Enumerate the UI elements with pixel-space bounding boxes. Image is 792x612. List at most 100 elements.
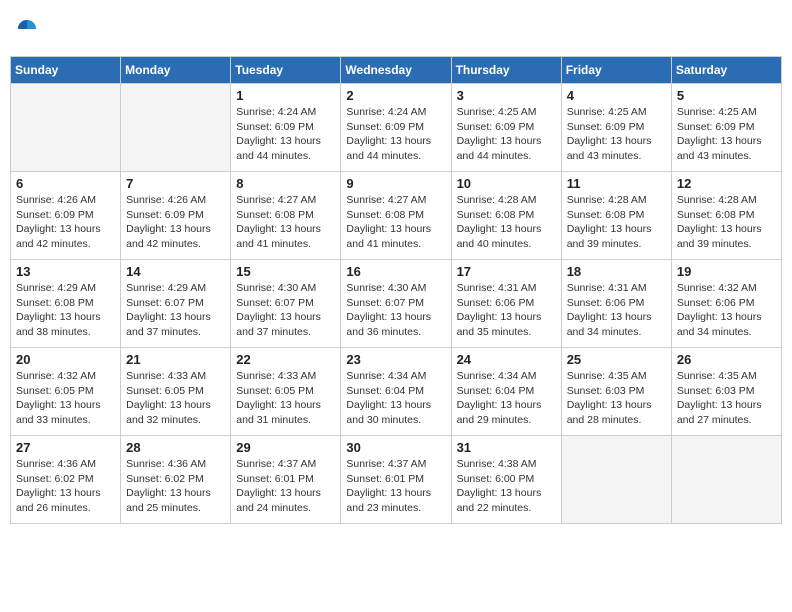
- calendar-body: 1 Sunrise: 4:24 AM Sunset: 6:09 PM Daylig…: [11, 84, 782, 524]
- day-number: 19: [677, 264, 776, 279]
- calendar-day-cell: 4 Sunrise: 4:25 AM Sunset: 6:09 PM Daylig…: [561, 84, 671, 172]
- calendar-week-row: 6 Sunrise: 4:26 AM Sunset: 6:09 PM Daylig…: [11, 172, 782, 260]
- weekday-header-cell: Friday: [561, 57, 671, 84]
- day-info: Sunrise: 4:37 AM Sunset: 6:01 PM Dayligh…: [236, 457, 335, 516]
- day-info: Sunrise: 4:32 AM Sunset: 6:05 PM Dayligh…: [16, 369, 115, 428]
- calendar-table: SundayMondayTuesdayWednesdayThursdayFrid…: [10, 56, 782, 524]
- calendar-day-cell: 21 Sunrise: 4:33 AM Sunset: 6:05 PM Dayli…: [121, 348, 231, 436]
- calendar-week-row: 20 Sunrise: 4:32 AM Sunset: 6:05 PM Dayli…: [11, 348, 782, 436]
- day-info: Sunrise: 4:28 AM Sunset: 6:08 PM Dayligh…: [567, 193, 666, 252]
- calendar-day-cell: 7 Sunrise: 4:26 AM Sunset: 6:09 PM Daylig…: [121, 172, 231, 260]
- day-info: Sunrise: 4:24 AM Sunset: 6:09 PM Dayligh…: [346, 105, 445, 164]
- day-number: 3: [457, 88, 556, 103]
- calendar-day-cell: 10 Sunrise: 4:28 AM Sunset: 6:08 PM Dayli…: [451, 172, 561, 260]
- day-info: Sunrise: 4:32 AM Sunset: 6:06 PM Dayligh…: [677, 281, 776, 340]
- logo-icon: [16, 18, 38, 40]
- day-number: 14: [126, 264, 225, 279]
- calendar-day-cell: 29 Sunrise: 4:37 AM Sunset: 6:01 PM Dayli…: [231, 436, 341, 524]
- calendar-day-cell: 13Sunrise: 4:29 AM Sunset: 6:08 PM Dayli…: [11, 260, 121, 348]
- day-number: 24: [457, 352, 556, 367]
- day-number: 16: [346, 264, 445, 279]
- calendar-day-cell: 2 Sunrise: 4:24 AM Sunset: 6:09 PM Daylig…: [341, 84, 451, 172]
- day-info: Sunrise: 4:36 AM Sunset: 6:02 PM Dayligh…: [16, 457, 115, 516]
- day-info: Sunrise: 4:25 AM Sunset: 6:09 PM Dayligh…: [457, 105, 556, 164]
- day-info: Sunrise: 4:30 AM Sunset: 6:07 PM Dayligh…: [346, 281, 445, 340]
- day-number: 7: [126, 176, 225, 191]
- calendar-day-cell: 18 Sunrise: 4:31 AM Sunset: 6:06 PM Dayli…: [561, 260, 671, 348]
- calendar-day-cell: 20 Sunrise: 4:32 AM Sunset: 6:05 PM Dayli…: [11, 348, 121, 436]
- day-info: Sunrise: 4:35 AM Sunset: 6:03 PM Dayligh…: [567, 369, 666, 428]
- day-number: 15: [236, 264, 335, 279]
- day-number: 17: [457, 264, 556, 279]
- day-number: 22: [236, 352, 335, 367]
- day-info: Sunrise: 4:33 AM Sunset: 6:05 PM Dayligh…: [236, 369, 335, 428]
- day-info: Sunrise: 4:31 AM Sunset: 6:06 PM Dayligh…: [567, 281, 666, 340]
- weekday-header-cell: Monday: [121, 57, 231, 84]
- day-info: Sunrise: 4:37 AM Sunset: 6:01 PM Dayligh…: [346, 457, 445, 516]
- day-number: 28: [126, 440, 225, 455]
- day-number: 8: [236, 176, 335, 191]
- calendar-day-cell: [561, 436, 671, 524]
- page-header: [10, 10, 782, 48]
- day-info: Sunrise: 4:34 AM Sunset: 6:04 PM Dayligh…: [457, 369, 556, 428]
- day-info: Sunrise: 4:25 AM Sunset: 6:09 PM Dayligh…: [677, 105, 776, 164]
- calendar-day-cell: 9Sunrise: 4:27 AM Sunset: 6:08 PM Daylig…: [341, 172, 451, 260]
- calendar-day-cell: 28Sunrise: 4:36 AM Sunset: 6:02 PM Dayli…: [121, 436, 231, 524]
- day-number: 26: [677, 352, 776, 367]
- day-number: 20: [16, 352, 115, 367]
- calendar-day-cell: 16 Sunrise: 4:30 AM Sunset: 6:07 PM Dayli…: [341, 260, 451, 348]
- day-number: 29: [236, 440, 335, 455]
- calendar-day-cell: 5Sunrise: 4:25 AM Sunset: 6:09 PM Daylig…: [671, 84, 781, 172]
- calendar-day-cell: [121, 84, 231, 172]
- calendar-day-cell: 19 Sunrise: 4:32 AM Sunset: 6:06 PM Dayli…: [671, 260, 781, 348]
- day-info: Sunrise: 4:31 AM Sunset: 6:06 PM Dayligh…: [457, 281, 556, 340]
- weekday-header-cell: Sunday: [11, 57, 121, 84]
- day-info: Sunrise: 4:35 AM Sunset: 6:03 PM Dayligh…: [677, 369, 776, 428]
- day-info: Sunrise: 4:27 AM Sunset: 6:08 PM Dayligh…: [236, 193, 335, 252]
- day-number: 31: [457, 440, 556, 455]
- calendar-week-row: 1 Sunrise: 4:24 AM Sunset: 6:09 PM Daylig…: [11, 84, 782, 172]
- calendar-day-cell: 31 Sunrise: 4:38 AM Sunset: 6:00 PM Dayli…: [451, 436, 561, 524]
- weekday-header-cell: Wednesday: [341, 57, 451, 84]
- calendar-week-row: 27 Sunrise: 4:36 AM Sunset: 6:02 PM Dayli…: [11, 436, 782, 524]
- day-number: 4: [567, 88, 666, 103]
- day-number: 1: [236, 88, 335, 103]
- day-info: Sunrise: 4:30 AM Sunset: 6:07 PM Dayligh…: [236, 281, 335, 340]
- day-info: Sunrise: 4:27 AM Sunset: 6:08 PM Dayligh…: [346, 193, 445, 252]
- day-number: 21: [126, 352, 225, 367]
- day-info: Sunrise: 4:28 AM Sunset: 6:08 PM Dayligh…: [457, 193, 556, 252]
- calendar-day-cell: 22 Sunrise: 4:33 AM Sunset: 6:05 PM Dayli…: [231, 348, 341, 436]
- calendar-week-row: 13Sunrise: 4:29 AM Sunset: 6:08 PM Dayli…: [11, 260, 782, 348]
- calendar-day-cell: 12Sunrise: 4:28 AM Sunset: 6:08 PM Dayli…: [671, 172, 781, 260]
- day-number: 23: [346, 352, 445, 367]
- day-info: Sunrise: 4:38 AM Sunset: 6:00 PM Dayligh…: [457, 457, 556, 516]
- calendar-day-cell: 23 Sunrise: 4:34 AM Sunset: 6:04 PM Dayli…: [341, 348, 451, 436]
- day-number: 25: [567, 352, 666, 367]
- calendar-day-cell: 24 Sunrise: 4:34 AM Sunset: 6:04 PM Dayli…: [451, 348, 561, 436]
- logo: [14, 18, 38, 40]
- day-info: Sunrise: 4:28 AM Sunset: 6:08 PM Dayligh…: [677, 193, 776, 252]
- day-number: 2: [346, 88, 445, 103]
- weekday-header-row: SundayMondayTuesdayWednesdayThursdayFrid…: [11, 57, 782, 84]
- calendar-day-cell: 11Sunrise: 4:28 AM Sunset: 6:08 PM Dayli…: [561, 172, 671, 260]
- day-number: 27: [16, 440, 115, 455]
- day-info: Sunrise: 4:29 AM Sunset: 6:07 PM Dayligh…: [126, 281, 225, 340]
- day-number: 6: [16, 176, 115, 191]
- calendar-day-cell: 25 Sunrise: 4:35 AM Sunset: 6:03 PM Dayli…: [561, 348, 671, 436]
- calendar-day-cell: 14 Sunrise: 4:29 AM Sunset: 6:07 PM Dayli…: [121, 260, 231, 348]
- day-info: Sunrise: 4:33 AM Sunset: 6:05 PM Dayligh…: [126, 369, 225, 428]
- day-info: Sunrise: 4:26 AM Sunset: 6:09 PM Dayligh…: [126, 193, 225, 252]
- calendar-day-cell: 26 Sunrise: 4:35 AM Sunset: 6:03 PM Dayli…: [671, 348, 781, 436]
- weekday-header-cell: Saturday: [671, 57, 781, 84]
- day-info: Sunrise: 4:25 AM Sunset: 6:09 PM Dayligh…: [567, 105, 666, 164]
- calendar-day-cell: 6Sunrise: 4:26 AM Sunset: 6:09 PM Daylig…: [11, 172, 121, 260]
- calendar-day-cell: 27 Sunrise: 4:36 AM Sunset: 6:02 PM Dayli…: [11, 436, 121, 524]
- calendar-day-cell: 17 Sunrise: 4:31 AM Sunset: 6:06 PM Dayli…: [451, 260, 561, 348]
- calendar-day-cell: [11, 84, 121, 172]
- day-number: 10: [457, 176, 556, 191]
- calendar-day-cell: 30 Sunrise: 4:37 AM Sunset: 6:01 PM Dayli…: [341, 436, 451, 524]
- day-number: 30: [346, 440, 445, 455]
- calendar-day-cell: 15 Sunrise: 4:30 AM Sunset: 6:07 PM Dayli…: [231, 260, 341, 348]
- day-info: Sunrise: 4:34 AM Sunset: 6:04 PM Dayligh…: [346, 369, 445, 428]
- day-number: 18: [567, 264, 666, 279]
